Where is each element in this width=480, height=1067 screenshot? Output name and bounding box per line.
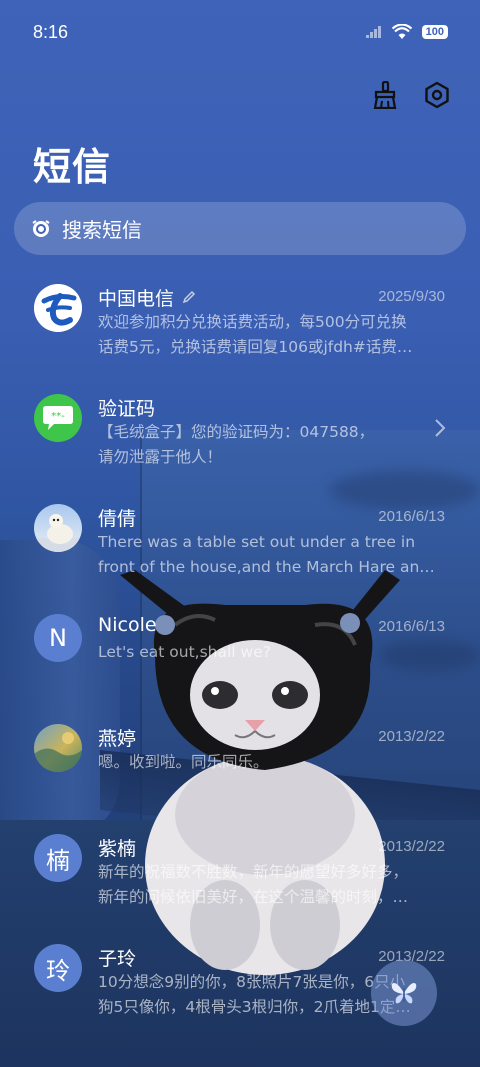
settings-button[interactable]: [422, 80, 452, 110]
butterfly-icon: [391, 983, 417, 1004]
contact-name: 子玲: [98, 948, 137, 970]
search-bar[interactable]: 搜索短信: [14, 202, 466, 255]
message-bubble-icon: **-: [43, 406, 73, 430]
china-telecom-avatar: [34, 284, 82, 332]
message-date: 2025/9/30: [378, 288, 445, 305]
verification-code-avatar: **-: [34, 394, 82, 442]
conversation-list: 中国电信 2025/9/30 欢迎参加积分兑换话费活动，每500分可兑换 话费5…: [0, 270, 480, 1040]
message-preview: Let's eat out,shall we?: [98, 643, 271, 661]
contact-name: 紫楠: [98, 838, 137, 860]
contact-name: 中国电信: [98, 288, 175, 310]
contact-letter-avatar: 玲: [34, 944, 82, 992]
search-mascot-icon: [32, 219, 50, 237]
draft-pencil-icon: [182, 290, 196, 304]
message-preview: There was a table set out under a tree i…: [98, 533, 435, 576]
compose-button[interactable]: [371, 960, 437, 1026]
cellular-signal-icon: [365, 26, 381, 38]
conversation-row[interactable]: 中国电信 2025/9/30 欢迎参加积分兑换话费活动，每500分可兑换 话费5…: [0, 270, 480, 380]
polar-bear-photo-icon: [34, 514, 82, 552]
top-actions: [370, 80, 452, 110]
contact-name: 验证码: [98, 398, 156, 420]
contact-name: Nicole: [98, 614, 157, 636]
conversation-row[interactable]: **- 验证码 【毛绒盒子】您的验证码为：047588， 请勿泄露于他人！: [0, 380, 480, 490]
conversation-row[interactable]: 燕婷 2013/2/22 嗯。收到啦。同乐同乐。: [0, 710, 480, 820]
broom-icon: [373, 81, 397, 109]
conversation-row[interactable]: 倩倩 2016/6/13 There was a table set out u…: [0, 490, 480, 600]
battery-indicator: 100: [421, 25, 448, 39]
status-bar: 8:16 100: [0, 0, 480, 68]
settings-hexagon-icon: [425, 81, 449, 109]
status-time: 8:16: [33, 22, 69, 42]
message-preview: 新年的祝福数不胜数，新年的愿望好多好多， 新年的问候依旧美好，在这个温馨的时刻，…: [98, 863, 409, 906]
chevron-right-icon: [435, 419, 446, 437]
message-date: 2016/6/13: [378, 508, 445, 525]
page-title: 短信: [33, 145, 112, 189]
polar-bear-avatar: [34, 504, 82, 552]
contact-letter-avatar: N: [34, 614, 82, 662]
contact-name: 倩倩: [98, 508, 137, 530]
message-date: 2013/2/22: [378, 838, 445, 855]
landscape-avatar: [34, 724, 82, 772]
message-preview: 欢迎参加积分兑换话费活动，每500分可兑换 话费5元，兑换话费请回复106或jf…: [98, 313, 413, 356]
message-date: 2013/2/22: [378, 728, 445, 745]
contact-letter-avatar: 楠: [34, 834, 82, 882]
wifi-icon: [391, 24, 412, 39]
svg-text:**-: **-: [51, 411, 65, 422]
search-placeholder: 搜索短信: [62, 218, 142, 242]
message-preview: 嗯。收到啦。同乐同乐。: [98, 753, 269, 771]
clean-button[interactable]: [370, 80, 400, 110]
contact-name: 燕婷: [98, 728, 137, 750]
message-preview: 【毛绒盒子】您的验证码为：047588， 请勿泄露于他人！: [98, 423, 375, 466]
landscape-photo-icon: [34, 732, 82, 772]
conversation-row[interactable]: 楠 紫楠 2013/2/22 新年的祝福数不胜数，新年的愿望好多好多， 新年的问…: [0, 820, 480, 930]
conversation-row[interactable]: N Nicole 2016/6/13 Let's eat out,shall w…: [0, 600, 480, 710]
message-date: 2016/6/13: [378, 618, 445, 635]
china-telecom-logo-icon: [34, 284, 82, 332]
